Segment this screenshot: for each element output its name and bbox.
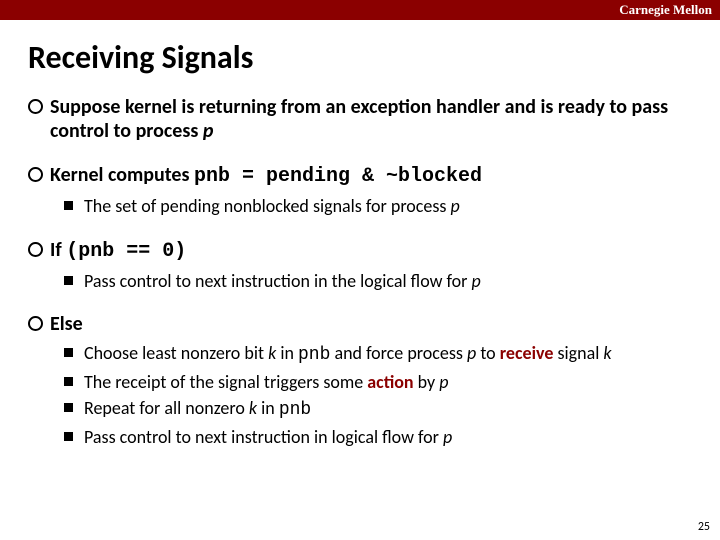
brand-text: Carnegie Mellon — [619, 2, 712, 17]
var-p: p — [203, 119, 214, 143]
bullet-1: Suppose kernel is returning from an exce… — [50, 95, 692, 143]
sublist: Choose least nonzero bit k in pnb and fo… — [50, 342, 692, 448]
sub-2: The receipt of the signal triggers some … — [84, 371, 692, 394]
text: to — [476, 342, 499, 364]
text: Kernel computes — [50, 163, 194, 187]
text: Else — [50, 312, 83, 336]
text: Pass control to next instruction in the … — [84, 270, 472, 292]
text: signal — [553, 342, 603, 364]
text: The receipt of the signal triggers some — [84, 371, 367, 393]
var-p: p — [451, 195, 460, 217]
var-p: p — [443, 426, 452, 448]
slide-title: Receiving Signals — [0, 20, 720, 95]
page-number: 25 — [698, 520, 710, 534]
text: and force process — [330, 342, 467, 364]
text: Choose least nonzero bit — [84, 342, 268, 364]
sublist: The set of pending nonblocked signals fo… — [50, 195, 692, 218]
brand-bar: Carnegie Mellon — [0, 0, 720, 20]
code: (pnb == 0) — [66, 240, 186, 263]
code: pnb — [279, 400, 311, 420]
bullet-3: If (pnb == 0) Pass control to next instr… — [50, 238, 692, 293]
var-p: p — [472, 270, 481, 292]
text: If — [50, 238, 66, 262]
text: in — [257, 397, 279, 419]
sub-4: Pass control to next instruction in logi… — [84, 426, 692, 449]
var-p: p — [467, 342, 476, 364]
bullet-4: Else Choose least nonzero bit k in pnb a… — [50, 312, 692, 448]
bullet-list: Suppose kernel is returning from an exce… — [28, 95, 692, 448]
code: pnb = pending & ~blocked — [194, 165, 482, 188]
text: The set of pending nonblocked signals fo… — [84, 195, 451, 217]
sub-1: Pass control to next instruction in the … — [84, 270, 692, 293]
keyword-action: action — [367, 371, 413, 393]
var-p: p — [439, 371, 448, 393]
text: Suppose kernel is returning from an exce… — [50, 95, 668, 143]
text: in — [276, 342, 298, 364]
sublist: Pass control to next instruction in the … — [50, 270, 692, 293]
var-k: k — [249, 397, 257, 419]
text: Repeat for all nonzero — [84, 397, 249, 419]
text: by — [414, 371, 440, 393]
var-k: k — [603, 342, 611, 364]
keyword-receive: receive — [500, 342, 554, 364]
sub-1: Choose least nonzero bit k in pnb and fo… — [84, 342, 692, 367]
slide-content: Suppose kernel is returning from an exce… — [0, 95, 720, 448]
bullet-2: Kernel computes pnb = pending & ~blocked… — [50, 163, 692, 218]
code: pnb — [298, 345, 330, 365]
sub-1: The set of pending nonblocked signals fo… — [84, 195, 692, 218]
sub-3: Repeat for all nonzero k in pnb — [84, 397, 692, 422]
text: Pass control to next instruction in logi… — [84, 426, 443, 448]
